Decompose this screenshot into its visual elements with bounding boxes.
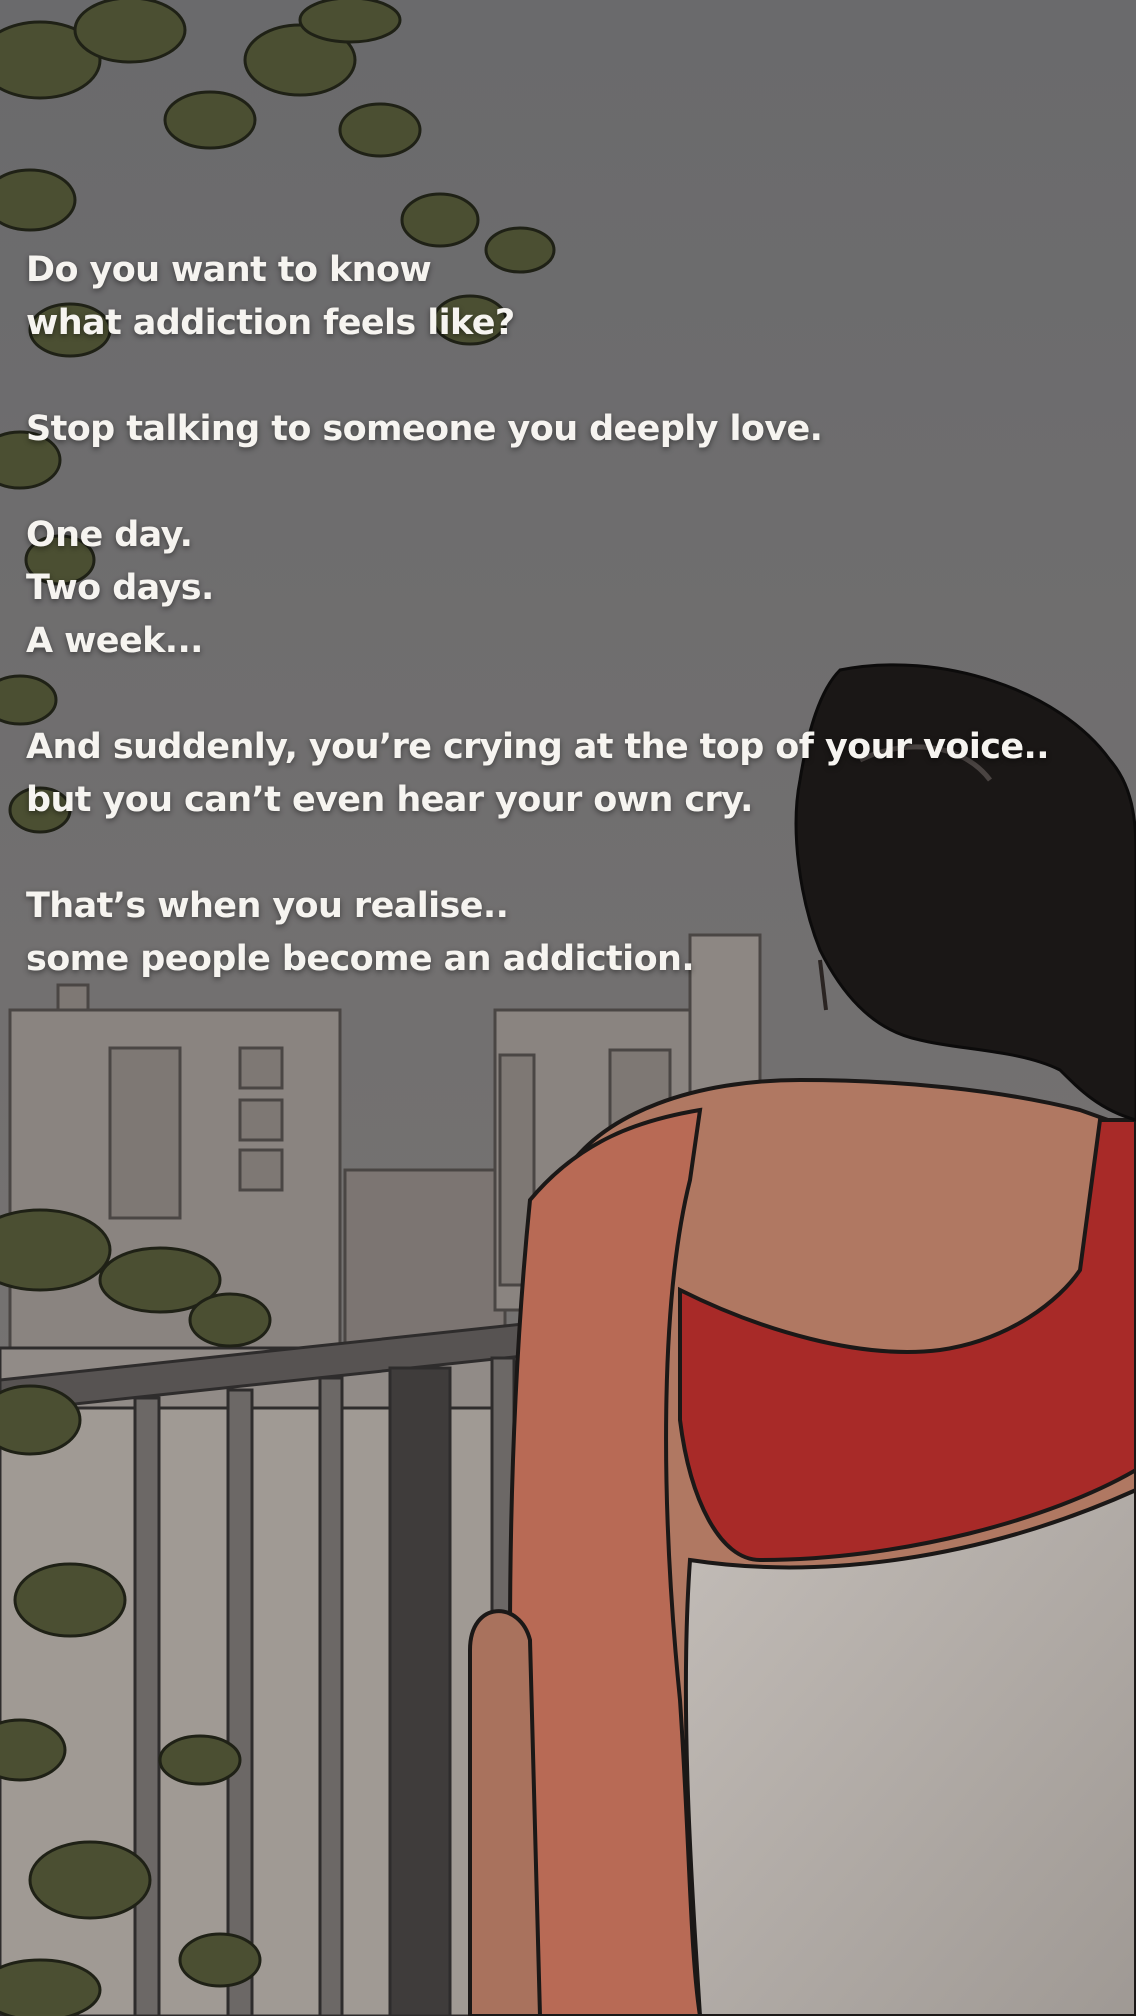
quote-line: Stop talking to someone you deeply love. — [26, 409, 823, 449]
quote-line: what addiction feels like? — [26, 303, 515, 343]
quote-line: Two days. — [26, 568, 214, 608]
quote-line: One day. — [26, 515, 193, 555]
quote-line: Do you want to know — [26, 250, 432, 290]
arm — [468, 1609, 543, 2016]
quote-line: A week... — [26, 621, 203, 661]
illustration-card: Do you want to know what addiction feels… — [0, 0, 1136, 2016]
quote-line: That’s when you realise.. — [26, 886, 509, 926]
saree-lower — [683, 1487, 1136, 2016]
quote-line: some people become an addiction. — [26, 939, 695, 979]
quote-line: And suddenly, you’re crying at the top o… — [26, 727, 1050, 767]
quote-text: Do you want to know what addiction feels… — [26, 244, 1126, 986]
quote-line: but you can’t even hear your own cry. — [26, 780, 753, 820]
woman-figure — [468, 1077, 1136, 2016]
